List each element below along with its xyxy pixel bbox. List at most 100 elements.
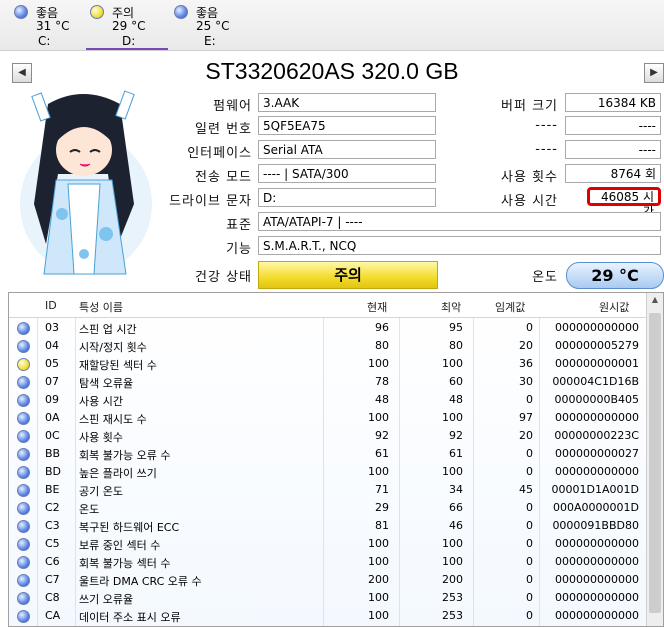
row-worst: 100 [442, 465, 463, 478]
row-current: 100 [368, 591, 389, 604]
col-threshold[interactable]: 임계값 [495, 299, 525, 315]
row-name: 쓰기 오류율 [79, 593, 134, 606]
row-current: 200 [368, 573, 389, 586]
table-row[interactable]: CA 데이터 주소 표시 오류 100 253 0 000000000000 [9, 607, 647, 625]
standard-field: ATA/ATAPI-7 | ---- [258, 212, 661, 231]
features-field: S.M.A.R.T., NCQ [258, 236, 661, 255]
row-name: 사용 횟수 [79, 431, 123, 444]
row-id: C2 [45, 501, 60, 514]
row-raw: 00001D1A001D [551, 483, 639, 496]
row-worst: 34 [449, 483, 463, 496]
blank-label-1: ---- [535, 118, 558, 133]
row-name: 회복 불가능 오류 수 [79, 449, 171, 462]
row-name: 탐색 오류율 [79, 377, 134, 390]
col-worst[interactable]: 최악 [441, 299, 461, 315]
scroll-thumb[interactable] [649, 313, 661, 613]
status-dot-icon [17, 322, 30, 335]
table-row[interactable]: 03 스핀 업 시간 96 95 0 000000000000 [9, 319, 647, 337]
row-threshold: 30 [519, 375, 533, 388]
table-row[interactable]: 0C 사용 횟수 92 92 20 00000000223C [9, 427, 647, 445]
status-dot-icon [90, 5, 104, 19]
table-scrollbar[interactable]: ▲ [646, 293, 663, 626]
table-row[interactable]: BE 공기 온도 71 34 45 00001D1A001D [9, 481, 647, 499]
row-worst: 66 [449, 501, 463, 514]
table-row[interactable]: 07 탐색 오류율 78 60 30 000004C1D16B [9, 373, 647, 391]
mascot-image [20, 90, 152, 275]
status-dot-icon [17, 358, 30, 371]
row-raw: 000000000000 [555, 573, 639, 586]
row-id: 0A [45, 411, 60, 424]
row-id: CA [45, 609, 61, 622]
table-row[interactable]: BB 회복 불가능 오류 수 61 61 0 000000000027 [9, 445, 647, 463]
interface-label: 인터페이스 [187, 146, 252, 161]
status-dot-icon [17, 340, 30, 353]
row-name: 사용 시간 [79, 395, 123, 408]
row-current: 100 [368, 609, 389, 622]
table-row[interactable]: C7 울트라 DMA CRC 오류 수 200 200 0 000000000000 [9, 571, 647, 589]
row-id: C6 [45, 555, 60, 568]
col-id[interactable]: ID [45, 299, 57, 312]
drive-letter: E: [204, 34, 216, 48]
row-raw: 00000000B405 [554, 393, 639, 406]
row-worst: 100 [442, 537, 463, 550]
row-id: 07 [45, 375, 59, 388]
table-row[interactable]: C6 회복 불가능 섹터 수 100 100 0 000000000000 [9, 553, 647, 571]
status-dot-icon [17, 394, 30, 407]
standard-label: 표준 [226, 218, 252, 233]
row-threshold: 0 [526, 537, 533, 550]
status-dot-icon [17, 376, 30, 389]
row-threshold: 0 [526, 393, 533, 406]
table-row[interactable]: C3 복구된 하드웨어 ECC 81 46 0 0000091BBD80 [9, 517, 647, 535]
row-threshold: 97 [519, 411, 533, 424]
drive-tab-e[interactable]: 좋음 25 °C E: [170, 2, 234, 48]
status-dot-icon [17, 538, 30, 551]
table-row[interactable]: BD 높은 플라이 쓰기 100 100 0 000000000000 [9, 463, 647, 481]
row-worst: 200 [442, 573, 463, 586]
col-raw[interactable]: 원시값 [599, 299, 629, 315]
drive-tab-c[interactable]: 좋음 31 °C C: [10, 2, 74, 48]
row-threshold: 20 [519, 429, 533, 442]
row-current: 81 [375, 519, 389, 532]
row-id: BD [45, 465, 62, 478]
row-name: 복구된 하드웨어 ECC [79, 521, 180, 534]
table-row[interactable]: C2 온도 29 66 0 000A0000001D [9, 499, 647, 517]
status-dot-icon [17, 484, 30, 497]
row-threshold: 0 [526, 519, 533, 532]
status-dot-icon [17, 574, 30, 587]
row-threshold: 0 [526, 465, 533, 478]
drive-tab-d[interactable]: 주의 29 °C D: [86, 2, 168, 50]
table-row[interactable]: 05 재할당된 섹터 수 100 100 36 000000000001 [9, 355, 647, 373]
table-row[interactable]: 04 시작/정지 횟수 80 80 20 000000005279 [9, 337, 647, 355]
row-current: 100 [368, 537, 389, 550]
row-threshold: 0 [526, 591, 533, 604]
table-row[interactable]: C8 쓰기 오류율 100 253 0 000000000000 [9, 589, 647, 607]
row-current: 100 [368, 555, 389, 568]
table-row[interactable]: C5 보류 중인 섹터 수 100 100 0 000000000000 [9, 535, 647, 553]
row-id: 0C [45, 429, 60, 442]
drive-letter: D: [122, 34, 136, 48]
table-row[interactable]: 09 사용 시간 48 48 0 00000000B405 [9, 391, 647, 409]
status-dot-icon [17, 520, 30, 533]
status-dot-icon [17, 412, 30, 425]
row-current: 29 [375, 501, 389, 514]
drive-tabs: 좋음 31 °C C: 주의 29 °C D: 좋음 25 °C E: [0, 0, 664, 51]
row-threshold: 36 [519, 357, 533, 370]
col-name[interactable]: 특성 이름 [79, 299, 123, 315]
table-header: ID 특성 이름 현재 최악 임계값 원시값 [9, 293, 647, 318]
table-row[interactable]: 0A 스핀 재시도 수 100 100 97 000000000000 [9, 409, 647, 427]
next-disk-button[interactable]: ▶ [644, 63, 664, 83]
row-name: 회복 불가능 섹터 수 [79, 557, 171, 570]
col-current[interactable]: 현재 [367, 299, 387, 315]
row-name: 울트라 DMA CRC 오류 수 [79, 575, 202, 588]
serial-field: 5QF5EA75 [258, 116, 436, 135]
scroll-up-icon[interactable]: ▲ [649, 295, 661, 307]
drive-letter: C: [38, 34, 51, 48]
row-threshold: 45 [519, 483, 533, 496]
row-current: 100 [368, 411, 389, 424]
row-name: 시작/정지 횟수 [79, 341, 147, 354]
row-raw: 000000000000 [555, 321, 639, 334]
temperature-label: 온도 [532, 270, 558, 285]
row-raw: 000000000000 [555, 609, 639, 622]
row-threshold: 0 [526, 447, 533, 460]
health-status-button[interactable]: 주의 [258, 261, 438, 289]
